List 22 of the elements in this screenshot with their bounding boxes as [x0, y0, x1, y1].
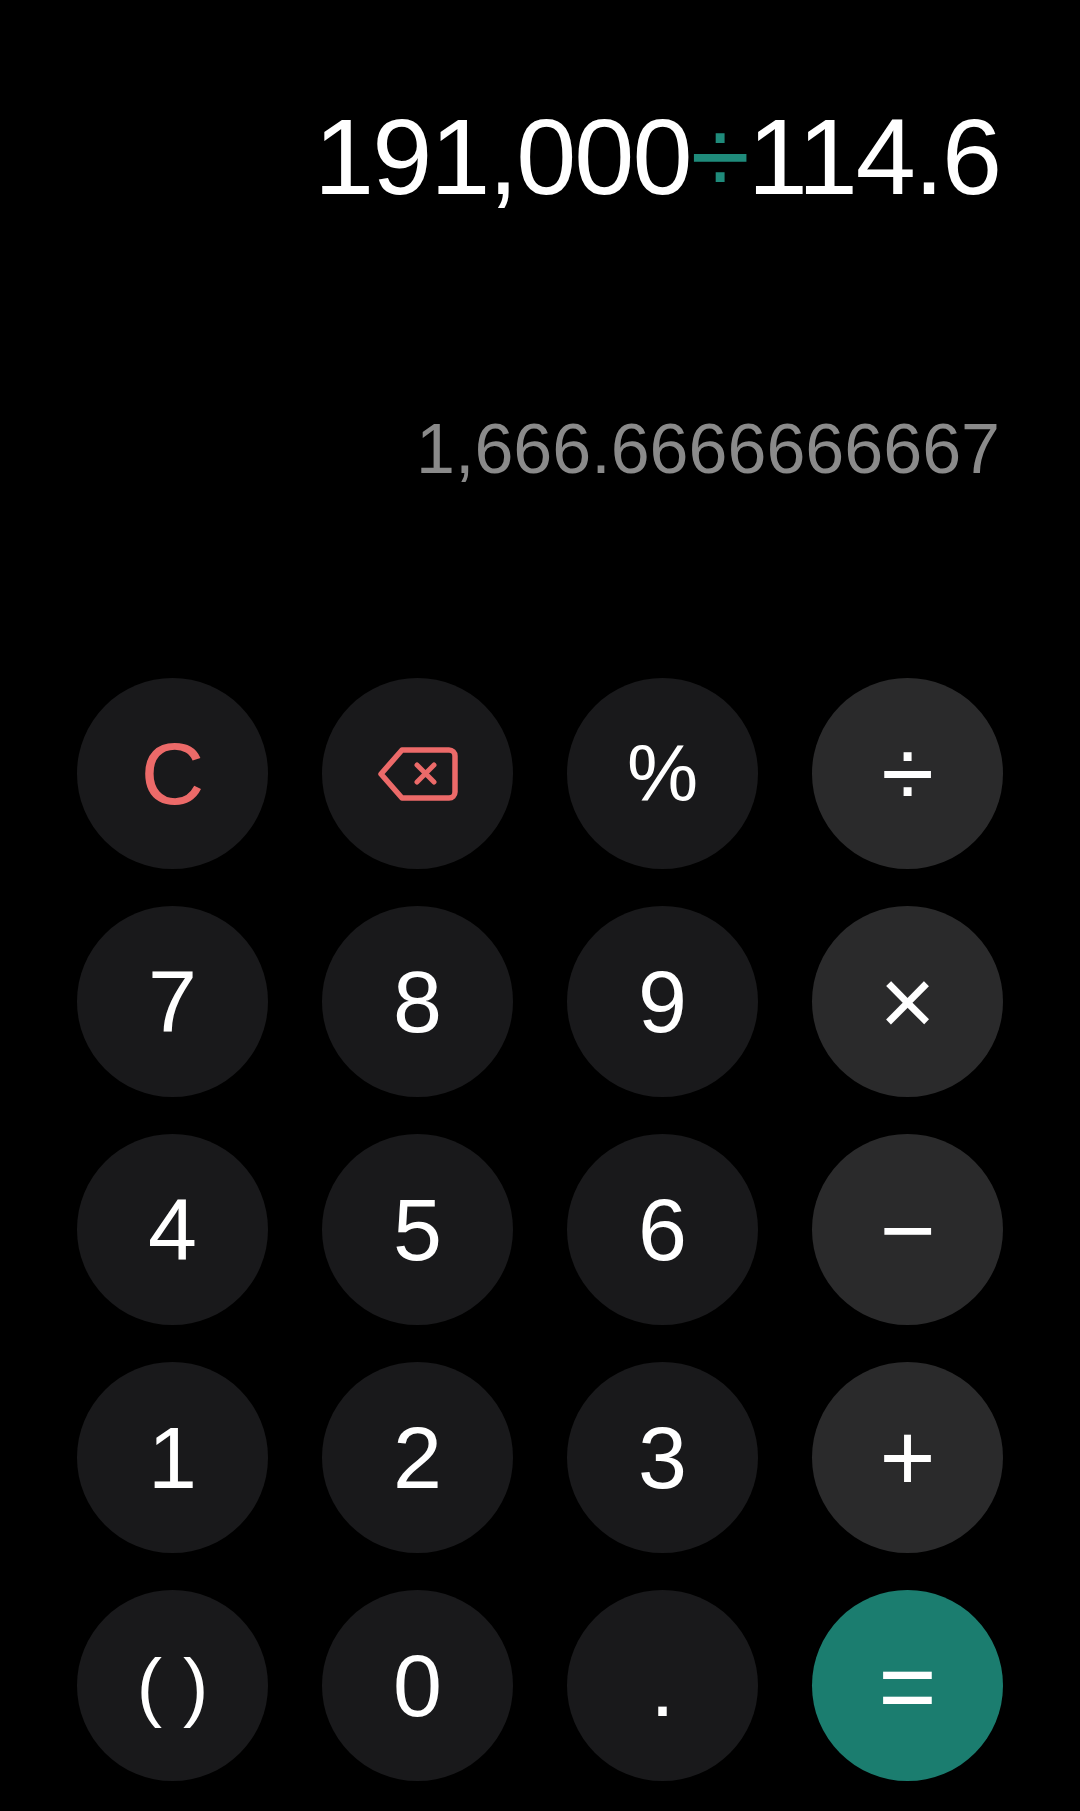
- operator-button[interactable]: ×: [812, 906, 1003, 1097]
- operator-button[interactable]: ÷: [812, 678, 1003, 869]
- digit-button[interactable]: 2: [322, 1362, 513, 1553]
- parentheses-button[interactable]: ( ): [77, 1590, 268, 1781]
- expression-text: 191,000÷114.6: [314, 103, 1000, 211]
- operator-button[interactable]: +: [812, 1362, 1003, 1553]
- digit-button[interactable]: 7: [77, 906, 268, 1097]
- clear-button[interactable]: C: [77, 678, 268, 869]
- digit-button[interactable]: 5: [322, 1134, 513, 1325]
- decimal-button[interactable]: .: [567, 1590, 758, 1781]
- digit-button[interactable]: 4: [77, 1134, 268, 1325]
- equals-button[interactable]: =: [812, 1590, 1003, 1781]
- digit-button[interactable]: 3: [567, 1362, 758, 1553]
- result-text: 1,666.6666666667: [416, 414, 1000, 484]
- digit-button[interactable]: 6: [567, 1134, 758, 1325]
- digit-button[interactable]: 1: [77, 1362, 268, 1553]
- backspace-icon: [377, 746, 458, 801]
- digit-button[interactable]: 9: [567, 906, 758, 1097]
- percent-button[interactable]: %: [567, 678, 758, 869]
- operator-button[interactable]: −: [812, 1134, 1003, 1325]
- digit-button[interactable]: 8: [322, 906, 513, 1097]
- digit-button[interactable]: 0: [322, 1590, 513, 1781]
